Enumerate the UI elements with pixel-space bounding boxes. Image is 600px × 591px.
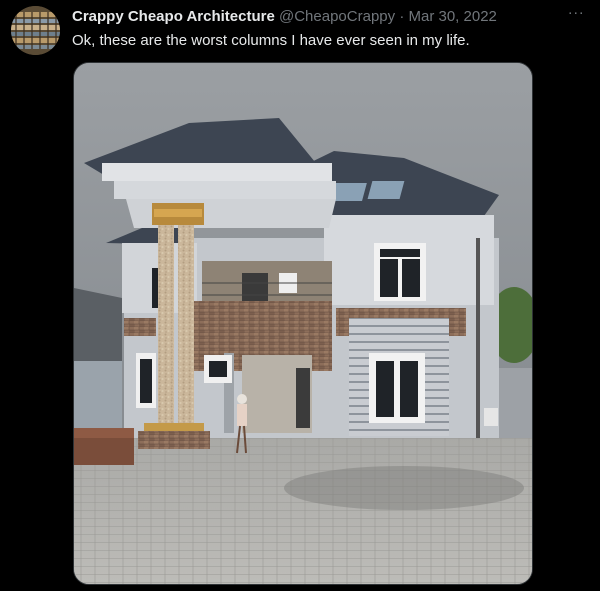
tweet-header: Crappy Cheapo Architecture @CheapoCrappy… (72, 7, 560, 27)
author-name[interactable]: Crappy Cheapo Architecture (72, 8, 275, 25)
separator-dot: · (399, 8, 405, 25)
tweet-photo[interactable] (73, 62, 533, 585)
tweet-text: Ok, these are the worst columns I have e… (72, 32, 470, 49)
tweet-date[interactable]: Mar 30, 2022 (408, 8, 496, 25)
more-horizontal-icon[interactable]: ··· (564, 5, 588, 26)
author-handle[interactable]: @CheapoCrappy (279, 8, 395, 25)
avatar[interactable] (11, 6, 60, 55)
avatar-image (11, 6, 60, 55)
house-photo (74, 63, 532, 584)
